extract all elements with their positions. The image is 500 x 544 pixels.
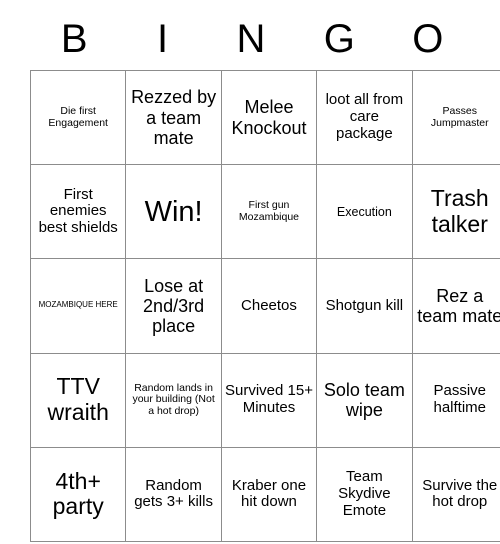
bingo-header-letter-n: N: [236, 17, 266, 61]
bingo-cell[interactable]: Passes Jumpmaster: [411, 69, 500, 166]
bingo-cell[interactable]: TTV wraith: [29, 352, 127, 448]
bingo-cell[interactable]: Rezzed by a team mate: [125, 69, 222, 166]
bingo-cell[interactable]: Random gets 3+ kills: [125, 446, 222, 542]
bingo-card: B I N G O Die first Engagement Rezzed by…: [29, 8, 500, 542]
bingo-cell[interactable]: Survived 15+ Minutes: [220, 352, 318, 448]
bingo-header-row: B I N G O: [30, 8, 472, 70]
bingo-row: MOZAMBIQUE HERE Lose at 2nd/3rd place Ch…: [29, 258, 500, 354]
bingo-cell[interactable]: Die first Engagement: [29, 69, 127, 166]
bingo-cell[interactable]: Rez a team mate: [411, 258, 500, 354]
bingo-cell[interactable]: Melee Knockout: [220, 69, 318, 166]
bingo-header-letter-o: O: [412, 17, 444, 61]
bingo-cell[interactable]: Win!: [125, 164, 222, 260]
bingo-cell[interactable]: First enemies best shields: [29, 164, 127, 260]
bingo-cell[interactable]: Cheetos: [220, 258, 318, 354]
bingo-cell[interactable]: Kraber one hit down: [220, 446, 318, 542]
bingo-header-letter-i: I: [157, 17, 169, 61]
bingo-row: TTV wraith Random lands in your building…: [29, 352, 500, 448]
bingo-cell[interactable]: 4th+ party: [29, 446, 127, 542]
bingo-row: First enemies best shields Win! First gu…: [29, 164, 500, 260]
bingo-cell[interactable]: Trash talker: [411, 164, 500, 260]
bingo-cell[interactable]: Random lands in your building (Not a hot…: [125, 352, 222, 448]
bingo-row: Die first Engagement Rezzed by a team ma…: [29, 69, 500, 166]
bingo-cell[interactable]: First gun Mozambique: [220, 164, 318, 260]
bingo-cell[interactable]: loot all from care package: [316, 69, 413, 166]
bingo-cell[interactable]: Execution: [316, 164, 413, 260]
bingo-grid: Die first Engagement Rezzed by a team ma…: [29, 69, 500, 542]
bingo-cell[interactable]: Lose at 2nd/3rd place: [125, 258, 222, 354]
bingo-cell[interactable]: Survive the hot drop: [411, 446, 500, 542]
bingo-cell[interactable]: Passive halftime: [411, 352, 500, 448]
bingo-header-letter-b: B: [60, 17, 88, 61]
bingo-cell[interactable]: Solo team wipe: [316, 352, 413, 448]
bingo-header-letter-g: G: [323, 17, 355, 61]
bingo-row: 4th+ party Random gets 3+ kills Kraber o…: [29, 446, 500, 542]
bingo-cell[interactable]: MOZAMBIQUE HERE: [29, 258, 127, 354]
bingo-cell[interactable]: Team Skydive Emote: [316, 446, 413, 542]
bingo-cell[interactable]: Shotgun kill: [316, 258, 413, 354]
